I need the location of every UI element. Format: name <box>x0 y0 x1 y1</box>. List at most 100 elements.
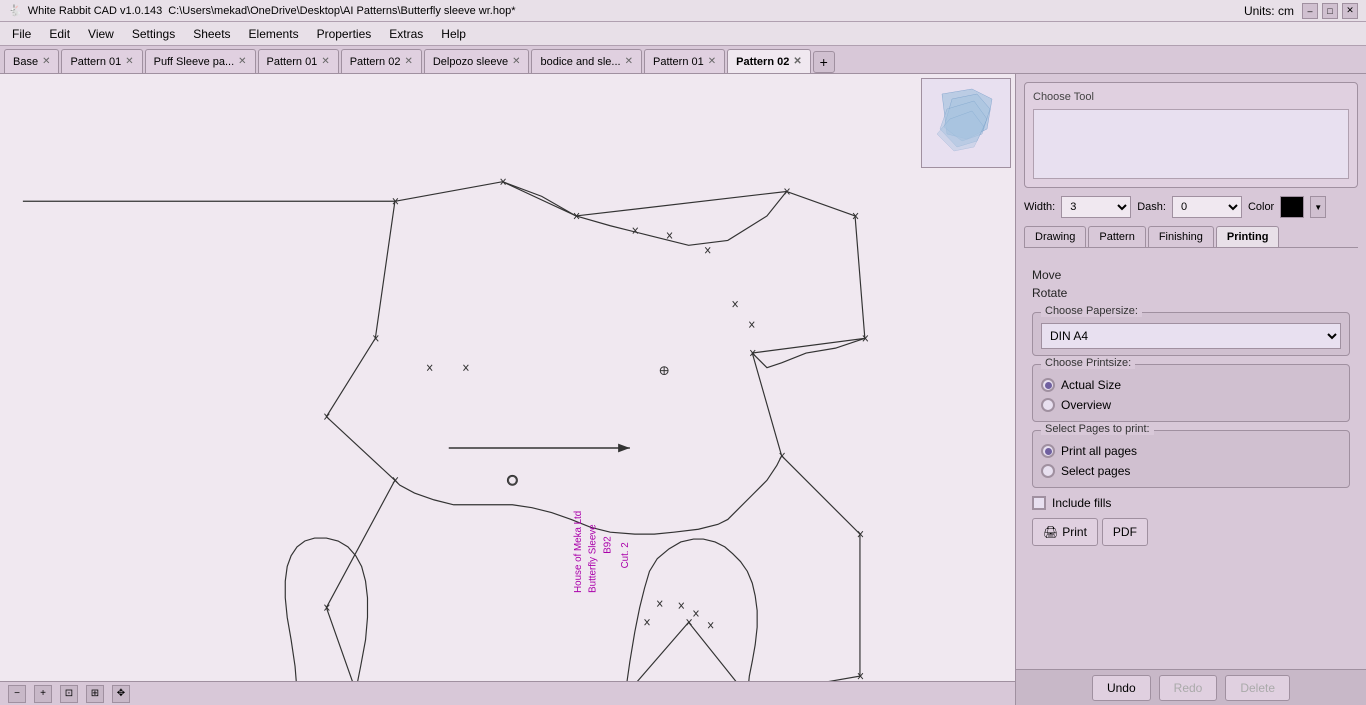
pattern-company: House of Meka Ltd <box>573 511 584 593</box>
tab-add-button[interactable]: + <box>813 51 835 73</box>
menu-file[interactable]: File <box>4 25 39 43</box>
include-fills-checkbox[interactable] <box>1032 496 1046 510</box>
units-display: Units: cm <box>1244 4 1302 18</box>
actual-size-row: Actual Size <box>1041 375 1341 395</box>
units-label: Units: <box>1244 4 1275 18</box>
maximize-button[interactable]: □ <box>1322 3 1338 19</box>
printsize-group: Choose Printsize: Actual Size Overview <box>1032 364 1350 422</box>
main-area: House of Meka Ltd Butterfly Sleeve B92 C… <box>0 74 1366 705</box>
tab-bodice-label: bodice and sle... <box>540 56 620 68</box>
subtab-finishing[interactable]: Finishing <box>1148 226 1214 247</box>
tab-delpozo-label: Delpozo sleeve <box>433 56 508 68</box>
tab-pattern02-1-label: Pattern 02 <box>350 56 401 68</box>
move-label[interactable]: Move <box>1032 268 1350 282</box>
menu-edit[interactable]: Edit <box>41 25 78 43</box>
pdf-button[interactable]: PDF <box>1102 518 1148 546</box>
tab-pattern01-1[interactable]: Pattern 01 ✕ <box>61 49 142 73</box>
menu-help[interactable]: Help <box>433 25 474 43</box>
tab-pattern02-2[interactable]: Pattern 02 ✕ <box>727 49 811 73</box>
overview-radio[interactable] <box>1041 398 1055 412</box>
redo-button[interactable]: Redo <box>1159 675 1218 701</box>
zoom-out-button[interactable]: − <box>8 685 26 703</box>
printsize-title: Choose Printsize: <box>1041 357 1135 369</box>
tab-base-label: Base <box>13 56 38 68</box>
tab-pattern02-1-close[interactable]: ✕ <box>404 56 412 67</box>
menu-extras[interactable]: Extras <box>381 25 431 43</box>
tab-pattern02-1[interactable]: Pattern 02 ✕ <box>341 49 422 73</box>
wdc-row: Width: 3124 Dash: 012 Color ▼ <box>1024 196 1358 218</box>
rotate-label[interactable]: Rotate <box>1032 286 1350 300</box>
print-pdf-row: 🖨 Print PDF <box>1032 518 1350 546</box>
pattern-drawing: House of Meka Ltd Butterfly Sleeve B92 C… <box>0 74 1015 681</box>
tab-pattern01-3-close[interactable]: ✕ <box>708 56 716 67</box>
overview-row: Overview <box>1041 395 1341 415</box>
canvas-bottom-toolbar: − + ⊡ ⊞ ✥ <box>0 681 1015 705</box>
width-label: Width: <box>1024 201 1055 213</box>
select-pages-title: Select Pages to print: <box>1041 423 1154 435</box>
select-pages-group: Select Pages to print: Print all pages S… <box>1032 430 1350 488</box>
app-title: White Rabbit CAD v1.0.143 <box>28 5 163 17</box>
pattern-cut: Cut. 2 <box>620 542 631 568</box>
select-pages-radio[interactable] <box>1041 464 1055 478</box>
tab-pattern02-2-label: Pattern 02 <box>736 56 789 68</box>
pattern-name: Butterfly Sleeve <box>588 524 599 593</box>
actual-size-radio[interactable] <box>1041 378 1055 392</box>
tab-pattern01-2-close[interactable]: ✕ <box>321 56 329 67</box>
papersize-select[interactable]: DIN A4 DIN A3 Letter <box>1041 323 1341 349</box>
pdf-label: PDF <box>1113 525 1137 539</box>
tab-pattern02-2-close[interactable]: ✕ <box>793 56 801 67</box>
width-select[interactable]: 3124 <box>1061 196 1131 218</box>
color-swatch[interactable] <box>1280 196 1304 218</box>
print-all-radio[interactable] <box>1041 444 1055 458</box>
tab-base[interactable]: Base ✕ <box>4 49 59 73</box>
zoom-in-button[interactable]: + <box>34 685 52 703</box>
dash-select[interactable]: 012 <box>1172 196 1242 218</box>
subtab-printing[interactable]: Printing <box>1216 226 1280 247</box>
subtab-drawing[interactable]: Drawing <box>1024 226 1086 247</box>
tab-delpozo[interactable]: Delpozo sleeve ✕ <box>424 49 530 73</box>
close-button[interactable]: ✕ <box>1342 3 1358 19</box>
tab-bodice-close[interactable]: ✕ <box>625 56 633 67</box>
tab-bodice[interactable]: bodice and sle... ✕ <box>531 49 642 73</box>
menu-sheets[interactable]: Sheets <box>185 25 238 43</box>
choose-tool-section: Choose Tool <box>1024 82 1358 188</box>
printing-content: Move Rotate Choose Papersize: DIN A4 DIN… <box>1024 256 1358 554</box>
print-all-label: Print all pages <box>1061 444 1137 458</box>
menu-properties[interactable]: Properties <box>309 25 380 43</box>
grid-button[interactable]: ⊞ <box>86 685 104 703</box>
app-icon: 🐇 <box>8 4 22 17</box>
delete-button[interactable]: Delete <box>1225 675 1290 701</box>
tab-base-close[interactable]: ✕ <box>42 56 50 67</box>
select-pages-content: Print all pages Select pages <box>1041 441 1341 481</box>
color-dropdown[interactable]: ▼ <box>1310 196 1326 218</box>
fit-button[interactable]: ⊡ <box>60 685 78 703</box>
tab-pattern01-1-label: Pattern 01 <box>70 56 121 68</box>
canvas-area[interactable]: House of Meka Ltd Butterfly Sleeve B92 C… <box>0 74 1016 705</box>
canvas-content: House of Meka Ltd Butterfly Sleeve B92 C… <box>0 74 1015 681</box>
minimize-button[interactable]: – <box>1302 3 1318 19</box>
subtabs-row: Drawing Pattern Finishing Printing <box>1024 226 1358 248</box>
tab-puff-sleeve-close[interactable]: ✕ <box>238 56 246 67</box>
tab-pattern01-1-close[interactable]: ✕ <box>125 56 133 67</box>
menu-view[interactable]: View <box>80 25 122 43</box>
papersize-title: Choose Papersize: <box>1041 305 1142 317</box>
bottom-actions: Undo Redo Delete <box>1016 669 1366 705</box>
tabs-bar: Base ✕ Pattern 01 ✕ Puff Sleeve pa... ✕ … <box>0 46 1366 74</box>
subtab-pattern[interactable]: Pattern <box>1088 226 1145 247</box>
menu-settings[interactable]: Settings <box>124 25 183 43</box>
print-icon: 🖨 <box>1043 525 1058 539</box>
tab-pattern01-2-label: Pattern 01 <box>267 56 318 68</box>
menu-elements[interactable]: Elements <box>241 25 307 43</box>
select-pages-row: Select pages <box>1041 461 1341 481</box>
papersize-group: Choose Papersize: DIN A4 DIN A3 Letter <box>1032 312 1350 356</box>
tab-pattern01-3[interactable]: Pattern 01 ✕ <box>644 49 725 73</box>
tab-puff-sleeve[interactable]: Puff Sleeve pa... ✕ <box>145 49 256 73</box>
tab-pattern01-2[interactable]: Pattern 01 ✕ <box>258 49 339 73</box>
mini-preview <box>921 78 1011 168</box>
undo-button[interactable]: Undo <box>1092 675 1151 701</box>
dash-label: Dash: <box>1137 201 1166 213</box>
tab-delpozo-close[interactable]: ✕ <box>512 56 520 67</box>
pan-button[interactable]: ✥ <box>112 685 130 703</box>
units-value: cm <box>1278 4 1294 18</box>
print-button[interactable]: 🖨 Print <box>1032 518 1098 546</box>
